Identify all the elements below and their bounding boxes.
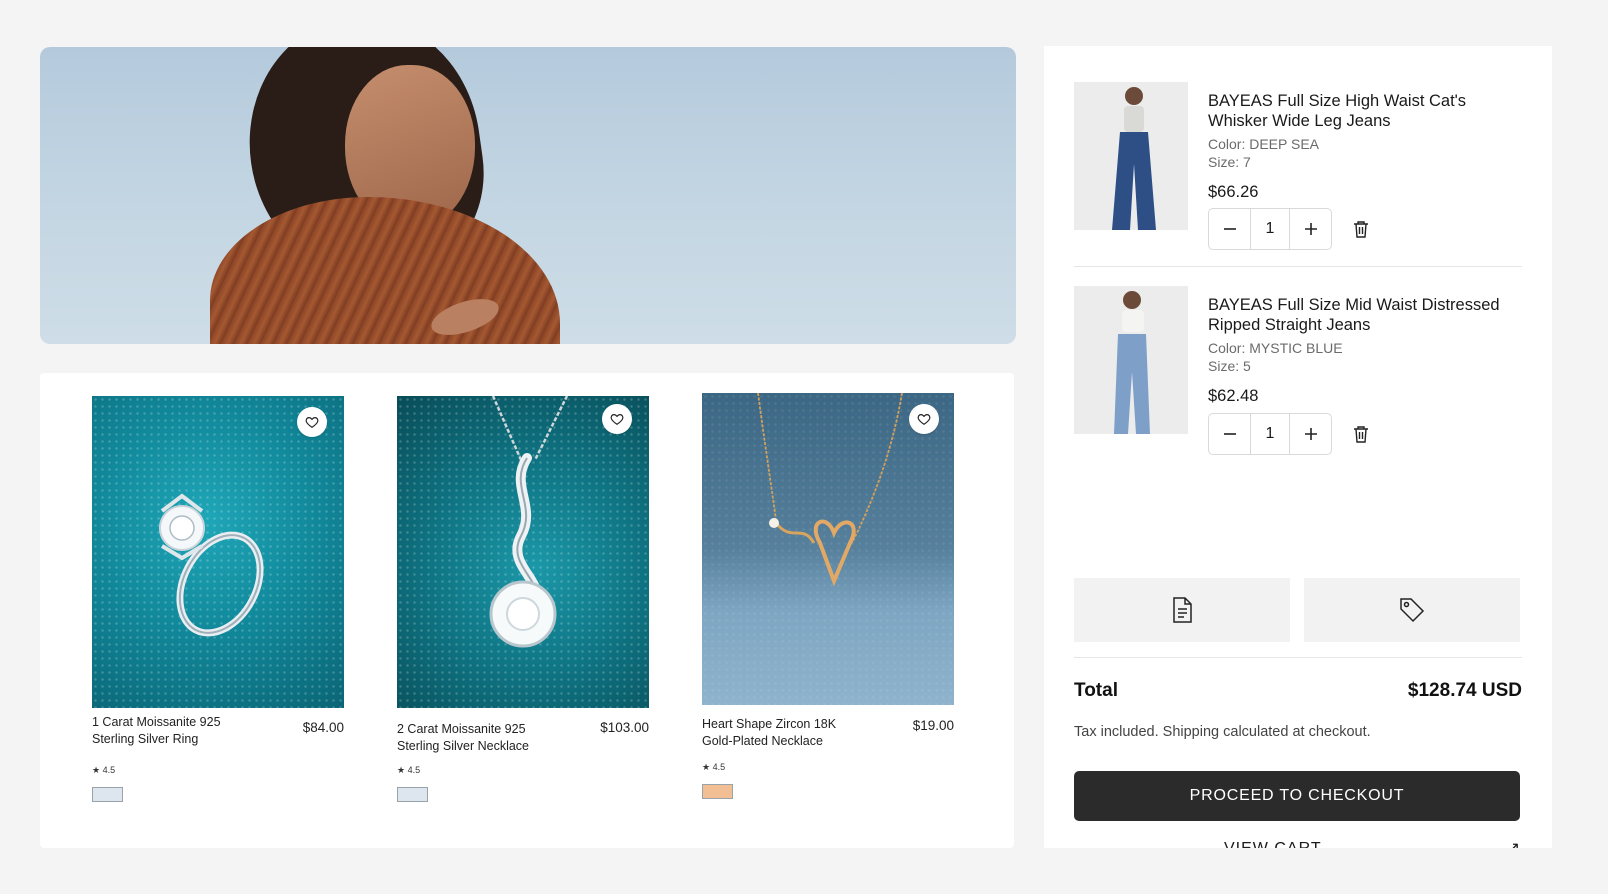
product-price: $84.00 <box>302 720 344 735</box>
view-cart-link[interactable]: VIEW CART ↗ <box>1074 840 1520 848</box>
totals-divider <box>1074 657 1522 658</box>
color-swatch[interactable] <box>702 784 733 799</box>
plus-icon <box>1304 223 1317 235</box>
increase-quantity-button[interactable] <box>1290 209 1331 249</box>
product-rating: ★ 4.5 <box>92 765 116 775</box>
quantity-stepper: 1 <box>1208 413 1332 455</box>
total-label: Total <box>1074 680 1118 701</box>
order-note-button[interactable] <box>1074 578 1290 642</box>
product-name[interactable]: Heart Shape Zircon 18K Gold-Plated Neckl… <box>702 716 852 750</box>
minus-icon <box>1223 228 1236 230</box>
heart-icon <box>917 414 931 425</box>
checkout-button[interactable]: PROCEED TO CHECKOUT <box>1074 771 1520 821</box>
product-image-ring[interactable] <box>92 396 344 708</box>
cart-drawer: BAYEAS Full Size High Waist Cat's Whiske… <box>1044 46 1552 848</box>
quantity-input[interactable]: 1 <box>1250 414 1290 454</box>
heart-icon <box>610 414 624 425</box>
total-value: $128.74 USD <box>1407 680 1522 701</box>
cart-item-price: $62.48 <box>1208 387 1259 405</box>
remove-item-button[interactable] <box>1350 422 1372 446</box>
cart-item-title[interactable]: BAYEAS Full Size High Waist Cat's Whiske… <box>1208 91 1508 131</box>
ring-illustration <box>159 493 264 637</box>
product-price: $19.00 <box>912 718 954 733</box>
item-divider <box>1074 266 1522 267</box>
quantity-stepper: 1 <box>1208 208 1332 250</box>
wishlist-button[interactable] <box>602 404 632 434</box>
decrease-quantity-button[interactable] <box>1209 414 1250 454</box>
heart-icon <box>305 417 319 428</box>
wishlist-button[interactable] <box>297 407 327 437</box>
plus-icon <box>1304 428 1317 440</box>
note-icon <box>1173 597 1192 623</box>
heart-necklace-illustration <box>757 393 903 587</box>
tax-note: Tax included. Shipping calculated at che… <box>1074 724 1371 740</box>
color-swatch[interactable] <box>92 787 123 802</box>
product-price: $103.00 <box>600 720 649 735</box>
trash-icon <box>1354 221 1368 238</box>
product-name[interactable]: 1 Carat Moissanite 925 Sterling Silver R… <box>92 714 242 748</box>
cart-item-size: Size: 7 <box>1208 154 1251 170</box>
cart-item-color: Color: MYSTIC BLUE <box>1208 340 1343 356</box>
trash-icon <box>1354 426 1368 443</box>
product-image-necklace-gold[interactable] <box>702 393 954 705</box>
cart-item-image[interactable] <box>1074 286 1188 434</box>
jeans-model-illustration <box>1114 291 1150 434</box>
discount-button[interactable] <box>1304 578 1520 642</box>
minus-icon <box>1223 433 1236 435</box>
cart-item-color: Color: DEEP SEA <box>1208 136 1320 152</box>
arrow-up-right-icon: ↗ <box>1507 838 1520 848</box>
product-image-necklace-silver[interactable] <box>397 396 649 708</box>
tag-icon <box>1400 598 1425 623</box>
product-name[interactable]: 2 Carat Moissanite 925 Sterling Silver N… <box>397 721 547 755</box>
cart-item-image[interactable] <box>1074 82 1188 230</box>
product-rating: ★ 4.5 <box>702 762 726 772</box>
decrease-quantity-button[interactable] <box>1209 209 1250 249</box>
product-rating: ★ 4.5 <box>397 765 421 775</box>
increase-quantity-button[interactable] <box>1290 414 1331 454</box>
product-grid: 1 Carat Moissanite 925 Sterling Silver R… <box>40 373 1014 848</box>
cart-item-title[interactable]: BAYEAS Full Size Mid Waist Distressed Ri… <box>1208 295 1508 335</box>
hero-model-sweater <box>210 197 560 344</box>
jeans-model-illustration <box>1112 87 1156 230</box>
quantity-input[interactable]: 1 <box>1250 209 1290 249</box>
view-cart-label: VIEW CART <box>1224 840 1322 848</box>
color-swatch[interactable] <box>397 787 428 802</box>
hero-banner <box>40 47 1016 344</box>
cart-item-size: Size: 5 <box>1208 358 1251 374</box>
remove-item-button[interactable] <box>1350 217 1372 241</box>
pendant-illustration <box>489 396 569 648</box>
cart-item-price: $66.26 <box>1208 183 1259 201</box>
wishlist-button[interactable] <box>909 404 939 434</box>
